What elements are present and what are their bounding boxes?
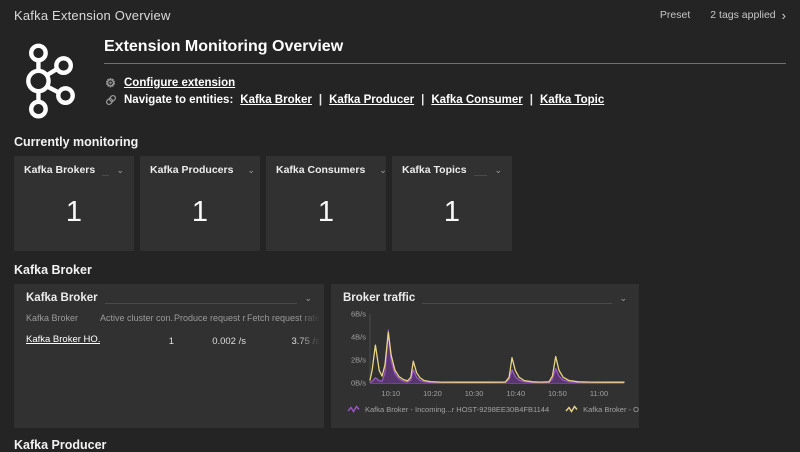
chevron-down-icon[interactable]: ⌄ <box>379 166 387 175</box>
navigate-entities-label: Navigate to entities: <box>124 94 233 106</box>
chevron-down-icon[interactable]: ⌄ <box>494 166 502 175</box>
kafka-logo <box>22 38 84 127</box>
tile-title: Kafka Broker <box>26 292 98 304</box>
gear-icon: ⚙ <box>104 77 117 89</box>
configure-extension-link[interactable]: Configure extension <box>124 77 235 89</box>
stat-value: 1 <box>150 196 250 229</box>
broker-traffic-tile: Broker traffic ⌄ 6B/s 4B/s 2B/s 0B/s 10:10 10… <box>331 284 639 428</box>
section-heading-kafka-producer: Kafka Producer <box>14 438 786 452</box>
legend-item-incoming[interactable]: Kafka Broker - Incoming...r HOST-9298EE3… <box>347 405 549 414</box>
svg-text:4B/s: 4B/s <box>351 333 366 342</box>
cell-active-cluster-connections: 1 <box>100 336 174 347</box>
tile-title: Kafka Brokers <box>24 164 95 176</box>
monitoring-tiles-row: Kafka Brokers ⌄ 1 Kafka Producers ⌄ 1 Ka… <box>14 156 786 251</box>
chart-legend: Kafka Broker - Incoming...r HOST-9298EE3… <box>343 405 627 414</box>
svg-text:0B/s: 0B/s <box>351 379 366 388</box>
stat-value: 1 <box>24 196 124 229</box>
svg-text:10:10: 10:10 <box>381 389 400 398</box>
section-heading-currently-monitoring: Currently monitoring <box>14 135 786 149</box>
svg-text:10:50: 10:50 <box>548 389 567 398</box>
chevron-down-icon[interactable]: ⌄ <box>304 294 312 303</box>
stat-tile-kafka-producers: Kafka Producers ⌄ 1 <box>140 156 260 251</box>
stat-tile-kafka-consumers: Kafka Consumers ⌄ 1 <box>266 156 386 251</box>
broker-traffic-plot: 6B/s 4B/s 2B/s 0B/s 10:10 10:20 10:30 10:40 10:5… <box>343 307 627 404</box>
legend-label-outgoing: Kafka Broker - Outgoing...r HOST-9298EE3… <box>583 405 639 414</box>
legend-item-outgoing[interactable]: Kafka Broker - Outgoing...r HOST-9298EE3… <box>565 405 639 414</box>
kafka-broker-table-tile: Kafka Broker ⌄ Kafka Broker Active clust… <box>14 284 324 428</box>
svg-text:11:00: 11:00 <box>590 389 608 398</box>
chevron-right-icon: › <box>782 9 786 22</box>
extension-header: Extension Monitoring Overview ⚙ Configur… <box>0 30 800 129</box>
svg-text:2B/s: 2B/s <box>351 356 366 365</box>
entity-link-kafka-topic[interactable]: Kafka Topic <box>540 94 604 106</box>
stat-value: 1 <box>402 196 502 229</box>
stat-tile-kafka-topics: Kafka Topics ⌄ 1 <box>392 156 512 251</box>
legend-label-incoming: Kafka Broker - Incoming...r HOST-9298EE3… <box>365 405 549 414</box>
stat-tile-kafka-brokers: Kafka Brokers ⌄ 1 <box>14 156 134 251</box>
tile-title: Kafka Topics <box>402 164 467 176</box>
entity-link-kafka-broker[interactable]: Kafka Broker <box>240 94 312 106</box>
cell-fetch-request-rate: 3.75 /s <box>246 336 320 347</box>
section-heading-kafka-broker: Kafka Broker <box>14 263 786 277</box>
entity-link-kafka-producer[interactable]: Kafka Producer <box>329 94 414 106</box>
dashboard-title: Kafka Extension Overview <box>14 8 171 23</box>
broker-entity-link[interactable]: Kafka Broker HO... <box>26 334 100 345</box>
link-icon <box>104 94 117 106</box>
table-row: Kafka Broker HO... 1 0.002 /s 3.75 /s <box>26 329 320 348</box>
broker-table: Kafka Broker Active cluster con... Produ… <box>26 313 320 348</box>
page-title: Extension Monitoring Overview <box>104 38 786 64</box>
tile-title: Kafka Consumers <box>276 164 365 176</box>
svg-text:10:40: 10:40 <box>506 389 525 398</box>
chevron-down-icon[interactable]: ⌄ <box>116 166 124 175</box>
tile-title: Kafka Producers <box>150 164 233 176</box>
broker-tiles-row: Kafka Broker ⌄ Kafka Broker Active clust… <box>14 284 786 428</box>
preset-label[interactable]: Preset <box>660 9 690 21</box>
column-header-produce-request-rate[interactable]: Produce request r... <box>174 313 246 323</box>
column-header-fetch-request-rate[interactable]: Fetch request rate <box>246 313 320 323</box>
tags-applied-label: 2 tags applied <box>710 9 775 21</box>
legend-swatch-outgoing-icon <box>565 405 578 414</box>
stat-value: 1 <box>276 196 376 229</box>
legend-swatch-incoming-icon <box>347 405 360 414</box>
svg-text:6B/s: 6B/s <box>351 310 366 319</box>
tags-applied-button[interactable]: 2 tags applied › <box>710 9 786 22</box>
column-header-active-cluster-connections[interactable]: Active cluster con... <box>100 313 174 323</box>
cell-produce-request-rate: 0.002 /s <box>174 336 246 347</box>
chevron-down-icon[interactable]: ⌄ <box>247 166 255 175</box>
svg-text:10:20: 10:20 <box>423 389 442 398</box>
chevron-down-icon[interactable]: ⌄ <box>619 294 627 303</box>
top-bar: Kafka Extension Overview Preset 2 tags a… <box>0 0 800 30</box>
entity-link-kafka-consumer[interactable]: Kafka Consumer <box>431 94 522 106</box>
svg-text:10:30: 10:30 <box>465 389 484 398</box>
tile-title: Broker traffic <box>343 292 415 304</box>
column-header-kafka-broker[interactable]: Kafka Broker <box>26 313 100 323</box>
